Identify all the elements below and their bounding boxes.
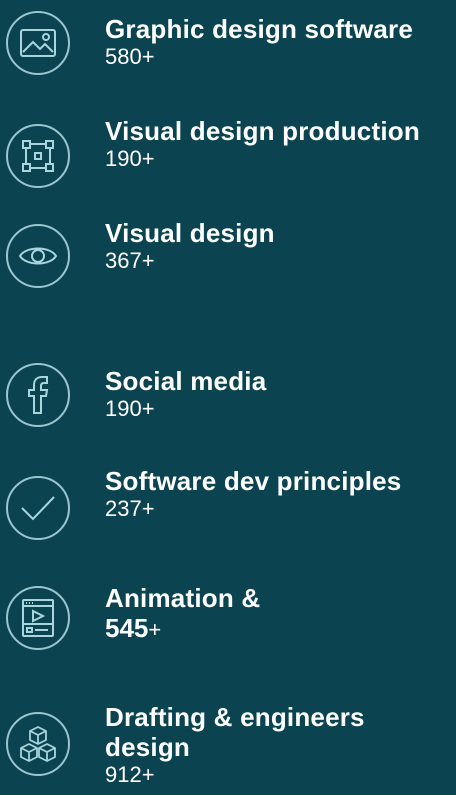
- category-count: 580+: [105, 44, 155, 69]
- category-title: Visual design production: [105, 116, 420, 146]
- category-count: 190+: [105, 146, 155, 171]
- vector-nodes-icon: [6, 124, 70, 188]
- category-count: 545+: [105, 613, 455, 645]
- category-count: 190+: [105, 396, 155, 421]
- category-list: Graphic design software 580+ Visual desi…: [0, 0, 456, 795]
- category-title: Drafting & engineers design: [105, 702, 365, 762]
- category-count-suffix: +: [148, 617, 162, 642]
- category-count-number: 545: [105, 613, 149, 643]
- cubes-icon: [6, 712, 70, 776]
- eye-icon: [6, 224, 70, 288]
- category-count: 912+: [105, 762, 155, 787]
- checkmark-icon: [6, 476, 70, 540]
- image-icon: [6, 11, 70, 75]
- facebook-icon: [6, 363, 70, 427]
- category-title: Social media: [105, 366, 267, 396]
- category-count: 367+: [105, 248, 155, 273]
- category-count: 237+: [105, 496, 155, 521]
- category-title: Animation &: [105, 583, 261, 613]
- category-title: Visual design: [105, 218, 275, 248]
- video-player-icon: [6, 586, 70, 650]
- category-title: Graphic design software: [105, 14, 414, 44]
- category-title: Software dev principles: [105, 466, 402, 496]
